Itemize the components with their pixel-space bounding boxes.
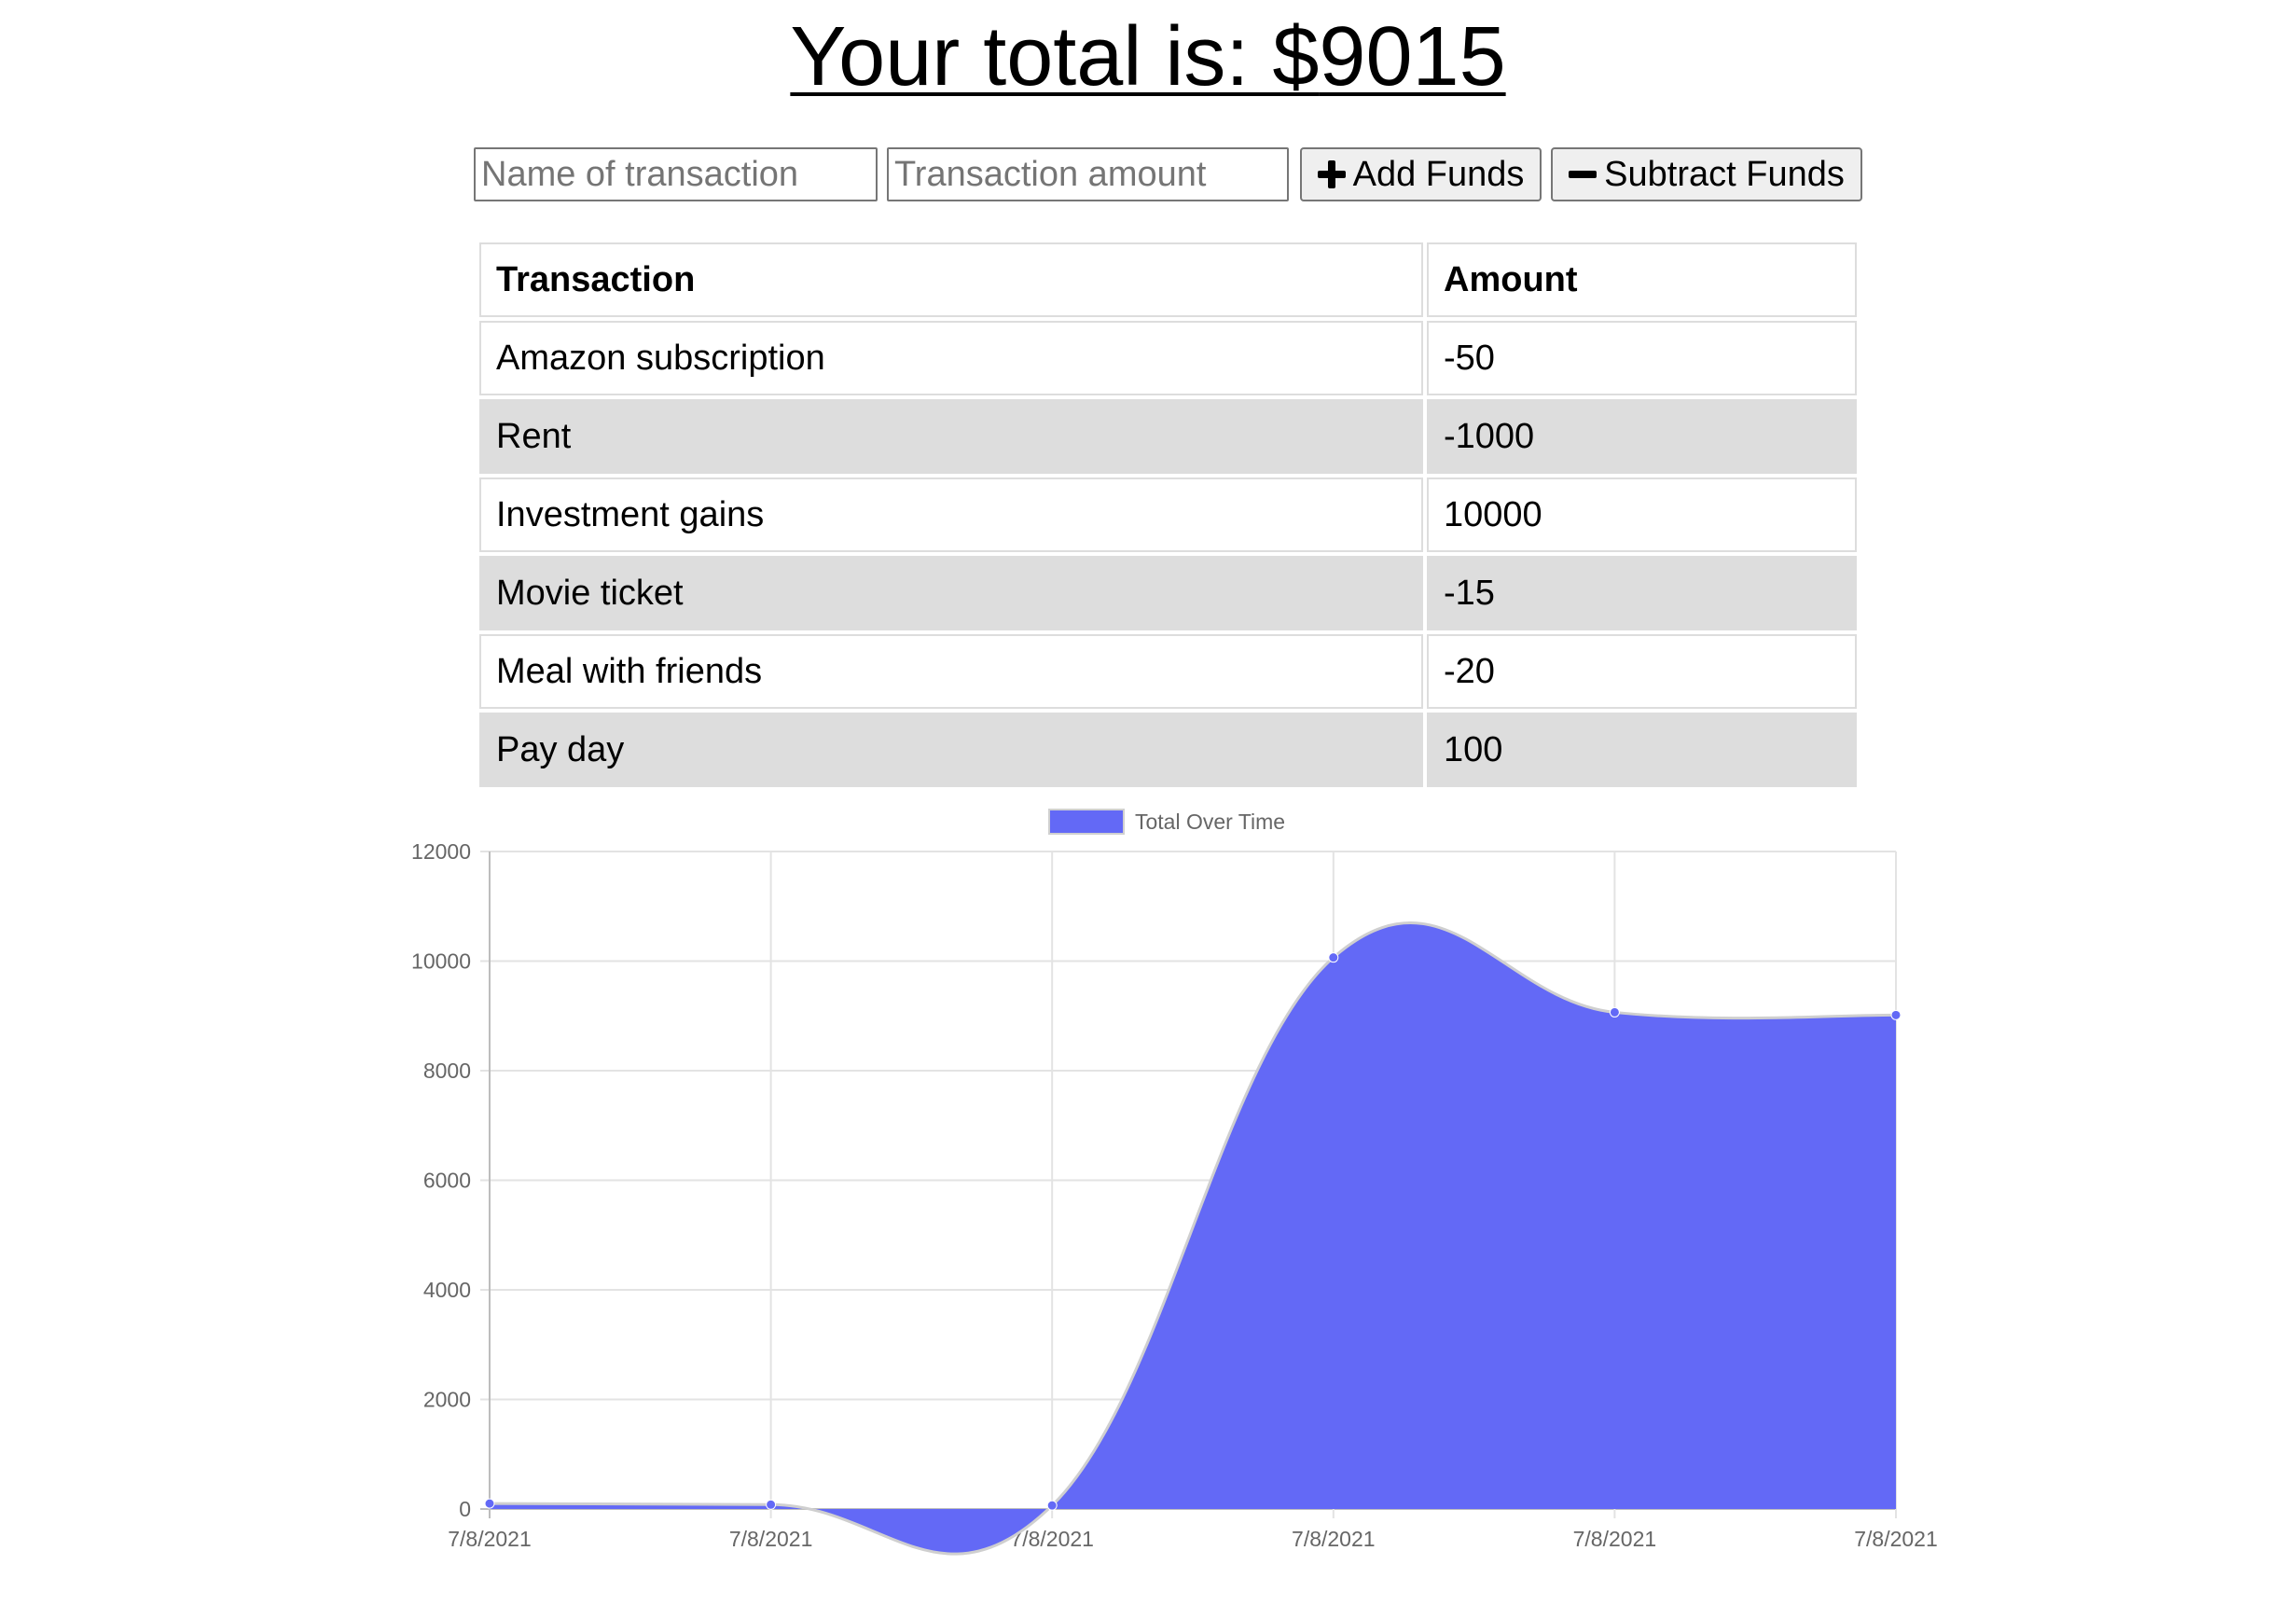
transaction-name-cell: Pay day [479, 713, 1423, 787]
total-label: Your total is: $ [790, 10, 1320, 104]
x-tick-label: 7/8/2021 [1854, 1527, 1938, 1551]
y-tick-label: 0 [459, 1497, 471, 1521]
table-row: Pay day 100 [479, 713, 1857, 787]
add-funds-label: Add Funds [1352, 154, 1525, 194]
header-amount: Amount [1427, 242, 1857, 317]
transactions-table: Transaction Amount Amazon subscription -… [476, 239, 1860, 791]
minus-icon [1569, 160, 1598, 188]
data-point [484, 1498, 495, 1509]
y-tick-label: 4000 [423, 1278, 471, 1302]
table-row: Amazon subscription -50 [479, 321, 1857, 395]
x-tick-label: 7/8/2021 [729, 1527, 813, 1551]
transaction-amount-input[interactable] [887, 147, 1289, 201]
data-point [1890, 1009, 1902, 1020]
budget-page: Your total is: $9015 Add Funds Subtract … [0, 0, 2296, 1606]
header-transaction: Transaction [479, 242, 1423, 317]
table-row: Investment gains 10000 [479, 478, 1857, 552]
y-tick-label: 10000 [411, 949, 471, 974]
transaction-name-cell: Movie ticket [479, 556, 1423, 630]
x-tick-label: 7/8/2021 [1573, 1527, 1657, 1551]
total-value: 9015 [1319, 10, 1506, 104]
total-heading: Your total is: $9015 [0, 6, 2296, 108]
data-point [766, 1499, 777, 1510]
plus-icon [1317, 160, 1346, 188]
y-tick-label: 12000 [411, 839, 471, 864]
data-point [1328, 952, 1339, 963]
table-header-row: Transaction Amount [479, 242, 1857, 317]
y-tick-label: 8000 [423, 1059, 471, 1083]
transaction-form: Add Funds Subtract Funds [474, 147, 1862, 201]
y-tick-label: 6000 [423, 1169, 471, 1193]
transaction-name-cell: Amazon subscription [479, 321, 1423, 395]
transaction-amount-cell: 100 [1427, 713, 1857, 787]
table-row: Meal with friends -20 [479, 634, 1857, 709]
add-funds-button[interactable]: Add Funds [1300, 147, 1542, 201]
legend-swatch [1048, 809, 1125, 835]
transaction-amount-cell: -50 [1427, 321, 1857, 395]
transaction-name-input[interactable] [474, 147, 878, 201]
table-row: Movie ticket -15 [479, 556, 1857, 630]
subtract-funds-button[interactable]: Subtract Funds [1551, 147, 1862, 201]
x-tick-label: 7/8/2021 [448, 1527, 532, 1551]
x-tick-label: 7/8/2021 [1292, 1527, 1376, 1551]
total-over-time-chart: 0 2000 4000 6000 8000 10000 12000 7/8/2021 7/8/2… [411, 809, 1938, 1556]
subtract-funds-label: Subtract Funds [1604, 154, 1845, 194]
legend-label: Total Over Time [1135, 810, 1285, 834]
transaction-name-cell: Investment gains [479, 478, 1423, 552]
transaction-amount-cell: -1000 [1427, 399, 1857, 474]
transaction-name-cell: Rent [479, 399, 1423, 474]
transaction-name-cell: Meal with friends [479, 634, 1423, 709]
transaction-amount-cell: -15 [1427, 556, 1857, 630]
y-tick-label: 2000 [423, 1388, 471, 1412]
table-row: Rent -1000 [479, 399, 1857, 474]
transaction-amount-cell: 10000 [1427, 478, 1857, 552]
data-point [1046, 1500, 1058, 1511]
transaction-amount-cell: -20 [1427, 634, 1857, 709]
data-point [1609, 1006, 1620, 1018]
